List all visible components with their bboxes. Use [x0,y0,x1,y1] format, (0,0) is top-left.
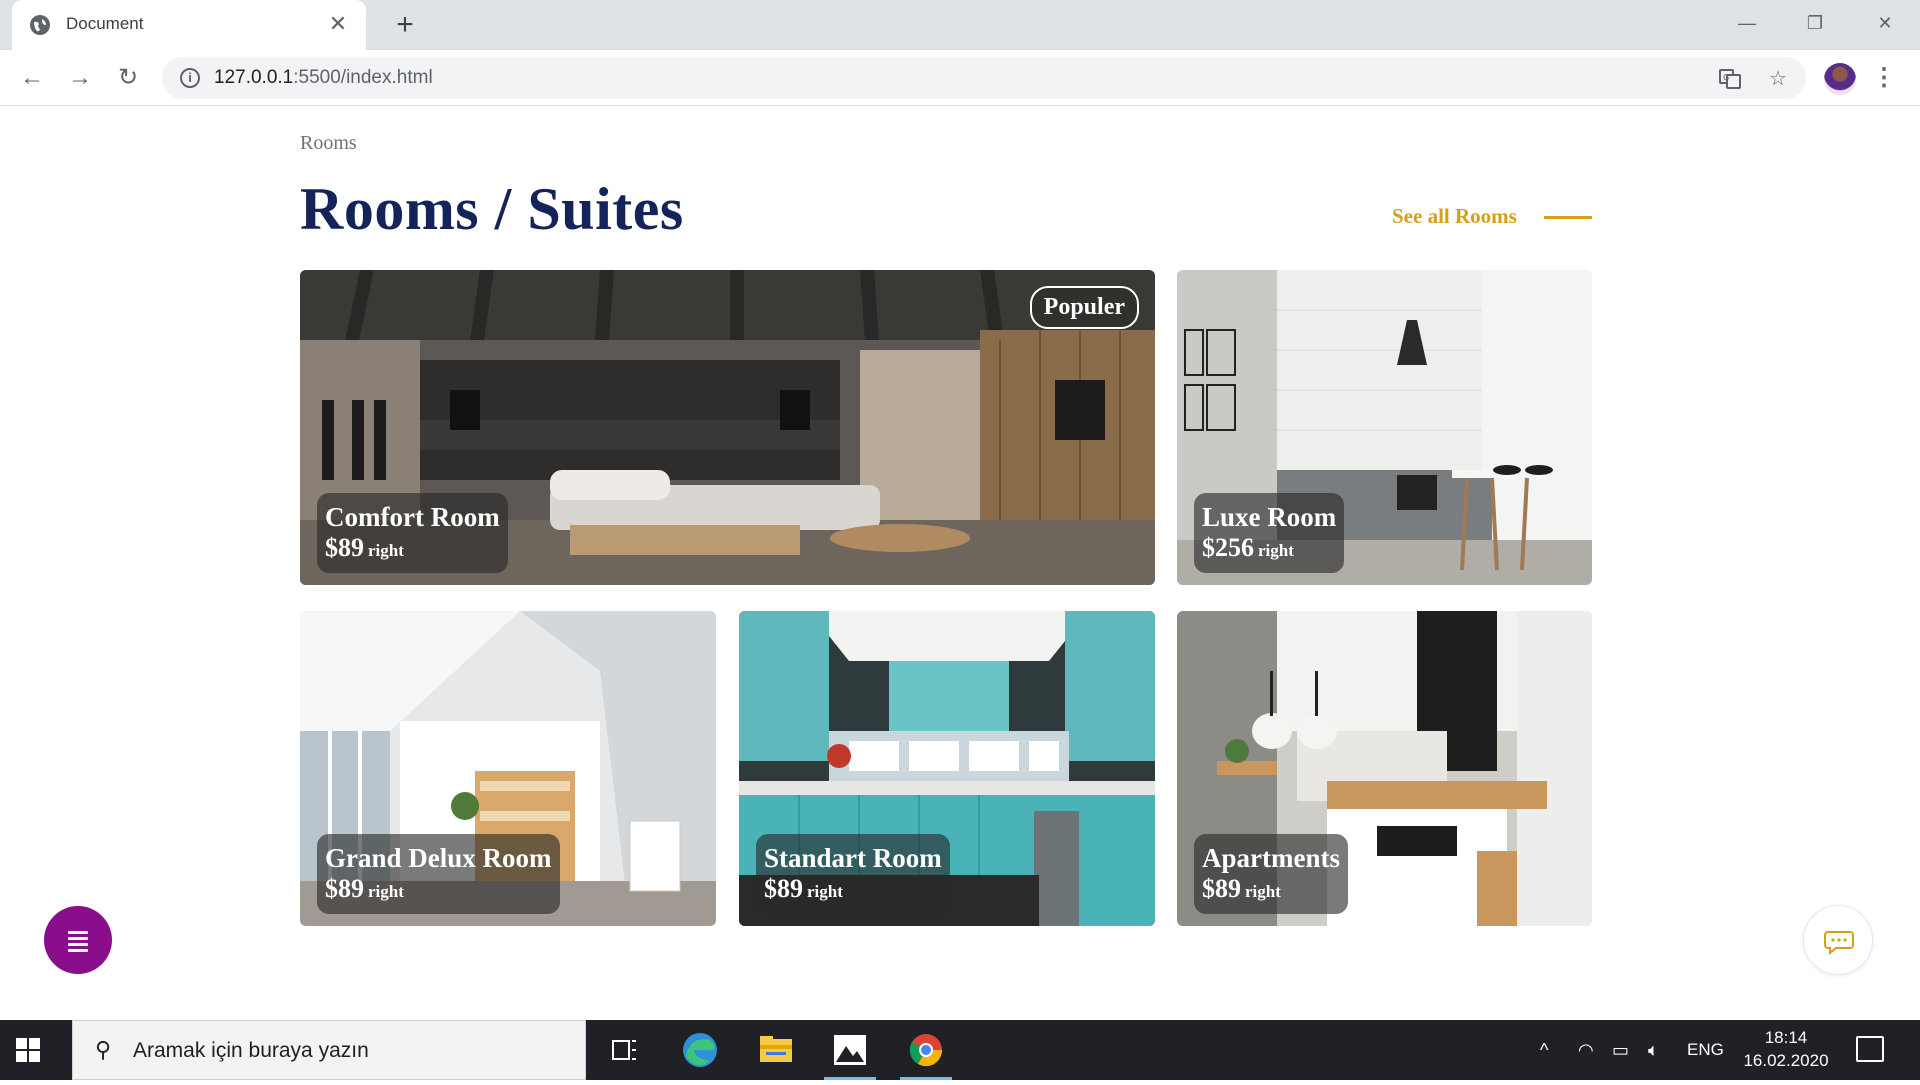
see-all-rooms-link[interactable]: See all Rooms [1392,204,1517,229]
menu-dots-icon[interactable]: ⋮ [1872,62,1896,94]
new-tab-button[interactable]: + [390,10,420,41]
room-price-unit: right [1258,541,1294,560]
page-content: Rooms Rooms / Suites See all Rooms Popul… [0,107,1920,1019]
room-price-unit: right [368,882,404,901]
browser-toolbar: ← → ↻ i 127.0.0.1:5500/index.html G ☆ ⋮ [0,50,1920,106]
back-arrow-icon[interactable]: ← [16,62,48,94]
clock-date: 16.02.2020 [1743,1051,1829,1070]
room-name: Apartments [1202,843,1340,873]
info-icon[interactable]: i [180,68,200,88]
page-title: Rooms / Suites [300,176,684,242]
chevron-up-icon[interactable]: ^ [1540,1038,1548,1062]
svg-text:G: G [1723,73,1729,82]
task-view-icon[interactable] [594,1020,654,1080]
room-name: Comfort Room [325,502,500,532]
notification-center-icon[interactable] [1856,1036,1884,1062]
taskbar-clock[interactable]: 18:14 16.02.2020 [1736,1026,1836,1072]
list-icon [68,931,88,934]
room-price: $256 [1202,533,1254,562]
room-card-luxe[interactable]: Luxe Room $256 right [1177,270,1592,585]
profile-avatar[interactable] [1824,63,1856,95]
edge-browser-icon[interactable] [670,1020,730,1080]
chat-bubble-icon [1824,931,1854,956]
room-price: $89 [764,874,803,903]
reload-icon[interactable]: ↻ [112,62,144,94]
photos-app-icon[interactable] [820,1020,880,1080]
room-price-unit: right [807,882,843,901]
windows-start-icon[interactable] [16,1038,40,1062]
url-text: 127.0.0.1:5500/index.html [214,67,433,88]
globe-icon [30,15,50,35]
room-info: Comfort Room $89 right [317,493,508,573]
clock-time: 18:14 [1764,1028,1808,1047]
language-indicator[interactable]: ENG [1687,1038,1724,1062]
taskbar-search-box[interactable]: ⚲ Aramak için buraya yazın [72,1020,586,1080]
room-info: Grand Delux Room $89 right [317,834,560,914]
minimize-icon[interactable]: — [1724,8,1770,38]
bookmark-star-icon[interactable]: ☆ [1766,67,1790,91]
room-price: $89 [1202,874,1241,903]
tab-title: Document [66,14,144,33]
address-bar[interactable]: i 127.0.0.1:5500/index.html G ☆ [162,57,1806,99]
taskbar: ⚲ Aramak için buraya yazın ^ ◠ ▭ 🔈︎ ENG … [0,1020,1920,1080]
battery-icon[interactable]: ▭ [1612,1038,1629,1062]
room-name: Grand Delux Room [325,843,552,873]
chat-button[interactable] [1803,905,1873,975]
room-info: Standart Room $89 right [756,834,950,914]
network-icon[interactable]: ◠ [1578,1038,1594,1062]
room-price-unit: right [1245,882,1281,901]
browser-tab-strip: Document ✕ + — ❐ ✕ [0,0,1920,50]
forward-arrow-icon[interactable]: → [64,62,96,94]
room-card-standart[interactable]: Standart Room $89 right [739,611,1155,926]
translate-icon[interactable]: G [1718,67,1742,91]
search-icon: ⚲ [95,1037,112,1062]
popular-badge: Populer [1029,286,1139,329]
chrome-browser-icon[interactable] [896,1020,956,1080]
search-placeholder: Aramak için buraya yazın [133,1039,369,1062]
browser-tab[interactable]: Document ✕ [12,0,366,50]
see-all-underline [1544,216,1592,219]
menu-fab-button[interactable] [44,906,112,974]
room-price-unit: right [368,541,404,560]
close-tab-icon[interactable]: ✕ [326,12,350,36]
restore-icon[interactable]: ❐ [1792,8,1838,38]
room-price: $89 [325,533,364,562]
room-card-grand-delux[interactable]: Grand Delux Room $89 right [300,611,716,926]
volume-icon[interactable]: 🔈︎ [1648,1038,1659,1062]
room-card-apartments[interactable]: Apartments $89 right [1177,611,1592,926]
file-explorer-icon[interactable] [746,1020,806,1080]
room-info: Luxe Room $256 right [1194,493,1345,573]
breadcrumb[interactable]: Rooms [300,132,357,155]
room-price: $89 [325,874,364,903]
room-name: Luxe Room [1202,502,1337,532]
room-info: Apartments $89 right [1194,834,1348,914]
room-name: Standart Room [764,843,942,873]
window-close-icon[interactable]: ✕ [1862,8,1908,38]
room-card-comfort[interactable]: Populer Comfort Room $89 right [300,270,1155,585]
